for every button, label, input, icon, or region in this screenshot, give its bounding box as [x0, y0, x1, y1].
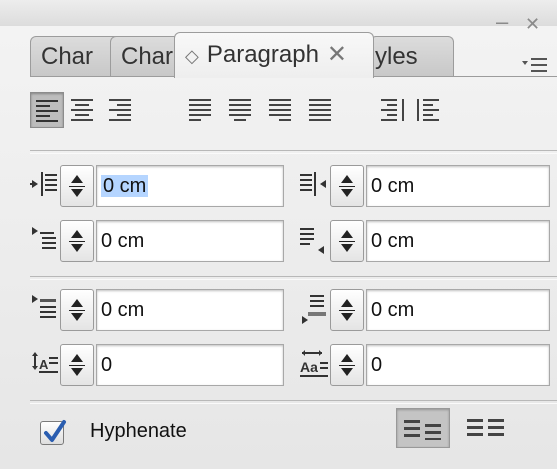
tab-label: yles: [375, 43, 418, 70]
align-left-icon: [36, 100, 58, 122]
justify-last-left-button[interactable]: [184, 92, 218, 128]
first-line-indent-value: 0 cm: [101, 230, 145, 252]
justify-last-left-icon: [189, 99, 211, 121]
space-after-value: 0 cm: [371, 299, 415, 321]
space-before-input[interactable]: 0 cm: [96, 289, 284, 331]
last-line-indent-icon: [300, 228, 324, 254]
space-after-stepper[interactable]: [330, 289, 364, 331]
last-line-indent-group: 0 cm: [300, 220, 550, 262]
right-indent-value: 0 cm: [371, 175, 415, 197]
align-away-from-spine-button[interactable]: [412, 92, 446, 128]
do-not-align-to-baseline-button[interactable]: [396, 408, 450, 448]
right-indent-stepper[interactable]: [330, 165, 364, 207]
first-line-indent-group: 0 cm: [30, 220, 284, 262]
alignment-toolbar: [30, 92, 550, 132]
last-line-indent-stepper[interactable]: [330, 220, 364, 262]
drop-cap-chars-input[interactable]: 0: [366, 344, 550, 386]
align-towards-spine-icon: [381, 99, 404, 121]
svg-text:Aa: Aa: [300, 359, 318, 375]
drop-cap-lines-value: 0: [101, 354, 113, 376]
panel-menu-icon[interactable]: [521, 56, 549, 74]
drop-cap-lines-group: A 0: [30, 344, 284, 386]
align-away-from-spine-icon: [417, 99, 439, 121]
panel-tabs: Char Char yles ◇ Paragraph ✕: [0, 26, 557, 78]
hyphenate-label: Hyphenate: [90, 420, 187, 442]
justify-last-right-icon: [269, 99, 291, 121]
paragraph-panel: – ✕ Char Char yles ◇ Paragraph ✕ 0 cm 0 …: [0, 0, 557, 469]
justify-all-icon: [309, 99, 331, 121]
left-indent-stepper[interactable]: [60, 165, 94, 207]
tab-selector-icon: ◇: [185, 46, 199, 66]
first-line-indent-icon: [32, 227, 56, 249]
tab-label: Paragraph: [206, 41, 319, 68]
do-not-align-to-baseline-icon: [404, 420, 441, 440]
align-right-button[interactable]: [104, 92, 138, 128]
align-right-icon: [109, 99, 131, 121]
left-indent-value: 0 cm: [101, 175, 149, 197]
space-after-input[interactable]: 0 cm: [366, 289, 550, 331]
panel-titlebar: – ✕: [0, 0, 557, 34]
align-left-button[interactable]: [30, 92, 64, 128]
space-after-icon: [302, 295, 326, 324]
drop-cap-lines-stepper[interactable]: [60, 344, 94, 386]
right-indent-group: 0 cm: [300, 165, 550, 207]
justify-last-right-button[interactable]: [264, 92, 298, 128]
drop-cap-lines-icon: A: [32, 352, 58, 373]
align-center-icon: [71, 99, 93, 121]
right-indent-icon: [300, 172, 326, 196]
first-line-indent-input[interactable]: 0 cm: [96, 220, 284, 262]
align-to-baseline-grid-button[interactable]: [460, 408, 514, 448]
justify-all-button[interactable]: [304, 92, 338, 128]
space-before-icon: [32, 295, 56, 318]
tab-label: Char: [121, 43, 174, 70]
justify-last-center-icon: [229, 99, 251, 121]
space-before-value: 0 cm: [101, 299, 145, 321]
tab-styles[interactable]: yles: [370, 36, 454, 76]
last-line-indent-value: 0 cm: [371, 230, 415, 252]
last-line-indent-input[interactable]: 0 cm: [366, 220, 550, 262]
space-after-group: 0 cm: [300, 289, 550, 331]
tab-paragraph[interactable]: ◇ Paragraph ✕: [174, 32, 374, 78]
right-indent-input[interactable]: 0 cm: [366, 165, 550, 207]
tab-close-icon[interactable]: ✕: [327, 41, 347, 68]
tab-label: Char: [41, 43, 94, 70]
svg-text:A: A: [39, 357, 49, 372]
hyphenate-checkbox[interactable]: [40, 420, 66, 445]
left-indent-group: 0 cm: [30, 165, 284, 207]
first-line-indent-stepper[interactable]: [60, 220, 94, 262]
drop-cap-chars-stepper[interactable]: [330, 344, 364, 386]
space-before-group: 0 cm: [30, 289, 284, 331]
justify-last-center-button[interactable]: [224, 92, 258, 128]
panel-content: 0 cm 0 cm 0 cm 0 cm 0 cm 0 cm A 0 Aa 0 H…: [0, 78, 557, 469]
checkmark-icon: [44, 420, 66, 442]
divider: [30, 400, 557, 404]
align-towards-spine-button[interactable]: [376, 92, 410, 128]
left-indent-input[interactable]: 0 cm: [96, 165, 284, 207]
tab-character-1[interactable]: Char: [30, 36, 120, 76]
drop-cap-chars-icon: Aa: [300, 350, 328, 377]
left-indent-icon: [30, 172, 57, 196]
drop-cap-lines-input[interactable]: 0: [96, 344, 284, 386]
drop-cap-chars-group: Aa 0: [300, 344, 550, 386]
divider: [30, 276, 557, 280]
drop-cap-chars-value: 0: [371, 354, 383, 376]
align-center-button[interactable]: [66, 92, 100, 128]
space-before-stepper[interactable]: [60, 289, 94, 331]
divider: [30, 150, 557, 154]
align-to-baseline-grid-icon: [467, 419, 504, 436]
